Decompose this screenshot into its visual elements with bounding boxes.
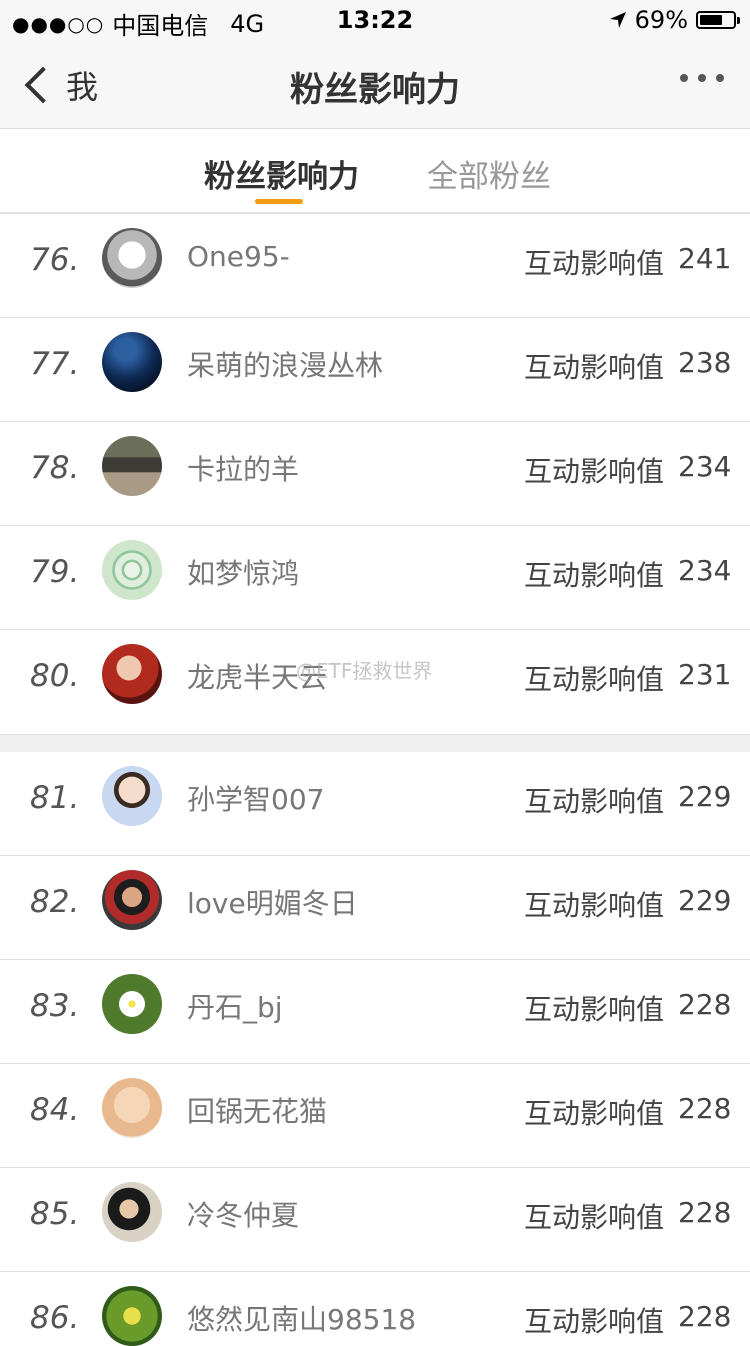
rank-number: 76. bbox=[30, 242, 80, 278]
battery-icon bbox=[696, 11, 740, 29]
user-name[interactable]: 孙学智007 bbox=[187, 778, 324, 818]
metric-value: 229 bbox=[678, 780, 732, 813]
more-dot-icon bbox=[680, 74, 688, 82]
more-options-button[interactable] bbox=[680, 74, 724, 82]
location-arrow-icon bbox=[609, 12, 626, 28]
metric-value: 228 bbox=[678, 1196, 732, 1229]
metric-label: 互动影响值 bbox=[524, 1097, 665, 1130]
navigation-bar: 我 粉丝影响力 bbox=[0, 40, 750, 129]
metric-value: 241 bbox=[678, 242, 732, 275]
avatar[interactable] bbox=[102, 332, 162, 392]
metric-label: 互动影响值 bbox=[524, 455, 665, 488]
metric-label: 互动影响值 bbox=[524, 559, 665, 592]
metric-value: 228 bbox=[678, 988, 732, 1021]
rank-number: 84. bbox=[30, 1092, 80, 1128]
list-item[interactable]: 83. 丹石_bj 互动影响值 228 bbox=[0, 960, 750, 1064]
rank-number: 81. bbox=[30, 780, 80, 816]
user-name[interactable]: 呆萌的浪漫丛林 bbox=[187, 344, 383, 384]
avatar[interactable] bbox=[102, 540, 162, 600]
section-divider bbox=[0, 734, 750, 754]
avatar[interactable] bbox=[102, 870, 162, 930]
rank-number: 79. bbox=[30, 554, 80, 590]
user-name[interactable]: 如梦惊鸿 bbox=[187, 552, 299, 592]
user-name[interactable]: 卡拉的羊 bbox=[187, 448, 299, 488]
user-name[interactable]: 悠然见南山98518 bbox=[187, 1298, 416, 1338]
metric-label: 互动影响值 bbox=[524, 785, 665, 818]
avatar[interactable] bbox=[102, 644, 162, 704]
metric-value: 231 bbox=[678, 658, 732, 691]
user-name[interactable]: love明媚冬日 bbox=[187, 882, 358, 922]
rank-number: 78. bbox=[30, 450, 80, 486]
metric-value: 228 bbox=[678, 1300, 732, 1333]
metric-label: 互动影响值 bbox=[524, 247, 665, 280]
list-item[interactable]: 82. love明媚冬日 互动影响值 229 bbox=[0, 856, 750, 960]
list-item[interactable]: 85. 冷冬仲夏 互动影响值 228 bbox=[0, 1168, 750, 1272]
metric-label: 互动影响值 bbox=[524, 1305, 665, 1338]
list-item[interactable]: 86. 悠然见南山98518 互动影响值 228 bbox=[0, 1272, 750, 1346]
list-item[interactable]: 77. 呆萌的浪漫丛林 互动影响值 238 bbox=[0, 318, 750, 422]
metric-value: 228 bbox=[678, 1092, 732, 1125]
avatar[interactable] bbox=[102, 1286, 162, 1346]
status-right: 69% bbox=[609, 6, 740, 34]
tab-all-fans[interactable]: 全部粉丝 bbox=[427, 151, 551, 196]
tab-fan-influence[interactable]: 粉丝影响力 bbox=[204, 151, 359, 196]
rank-number: 86. bbox=[30, 1300, 80, 1336]
metric-value: 238 bbox=[678, 346, 732, 379]
user-name[interactable]: 回锅无花猫 bbox=[187, 1090, 327, 1130]
list-item[interactable]: 76. One95- 互动影响值 241 bbox=[0, 214, 750, 318]
metric-label: 互动影响值 bbox=[524, 889, 665, 922]
avatar[interactable] bbox=[102, 436, 162, 496]
user-name[interactable]: One95- bbox=[187, 240, 290, 273]
rank-number: 83. bbox=[30, 988, 80, 1024]
metric-label: 互动影响值 bbox=[524, 351, 665, 384]
metric-label: 互动影响值 bbox=[524, 993, 665, 1026]
avatar[interactable] bbox=[102, 228, 162, 288]
user-name[interactable]: 丹石_bj bbox=[187, 986, 283, 1026]
avatar[interactable] bbox=[102, 766, 162, 826]
rank-number: 82. bbox=[30, 884, 80, 920]
metric-value: 234 bbox=[678, 554, 732, 587]
avatar[interactable] bbox=[102, 1078, 162, 1138]
metric-value: 229 bbox=[678, 884, 732, 917]
watermark: @ETF拯救世界 bbox=[296, 659, 433, 683]
metric-label: 互动影响值 bbox=[524, 1201, 665, 1234]
status-bar: ●●●○○ 中国电信 4G 13:22 69% bbox=[0, 0, 750, 40]
active-tab-indicator bbox=[255, 199, 303, 204]
user-name[interactable]: 冷冬仲夏 bbox=[187, 1194, 299, 1234]
rank-number: 77. bbox=[30, 346, 80, 382]
avatar[interactable] bbox=[102, 974, 162, 1034]
tab-bar: 粉丝影响力 全部粉丝 bbox=[0, 129, 750, 214]
avatar[interactable] bbox=[102, 1182, 162, 1242]
battery-percent: 69% bbox=[634, 6, 688, 34]
list-item[interactable]: 78. 卡拉的羊 互动影响值 234 bbox=[0, 422, 750, 526]
rank-number: 85. bbox=[30, 1196, 80, 1232]
list-item[interactable]: 79. 如梦惊鸿 互动影响值 234 bbox=[0, 526, 750, 630]
rank-number: 80. bbox=[30, 658, 80, 694]
metric-value: 234 bbox=[678, 450, 732, 483]
list-item[interactable]: 84. 回锅无花猫 互动影响值 228 bbox=[0, 1064, 750, 1168]
battery-fill bbox=[700, 15, 722, 25]
list-item[interactable]: 81. 孙学智007 互动影响值 229 bbox=[0, 752, 750, 856]
more-dot-icon bbox=[698, 74, 706, 82]
metric-label: 互动影响值 bbox=[524, 663, 665, 696]
more-dot-icon bbox=[716, 74, 724, 82]
page-title: 粉丝影响力 bbox=[290, 70, 460, 110]
